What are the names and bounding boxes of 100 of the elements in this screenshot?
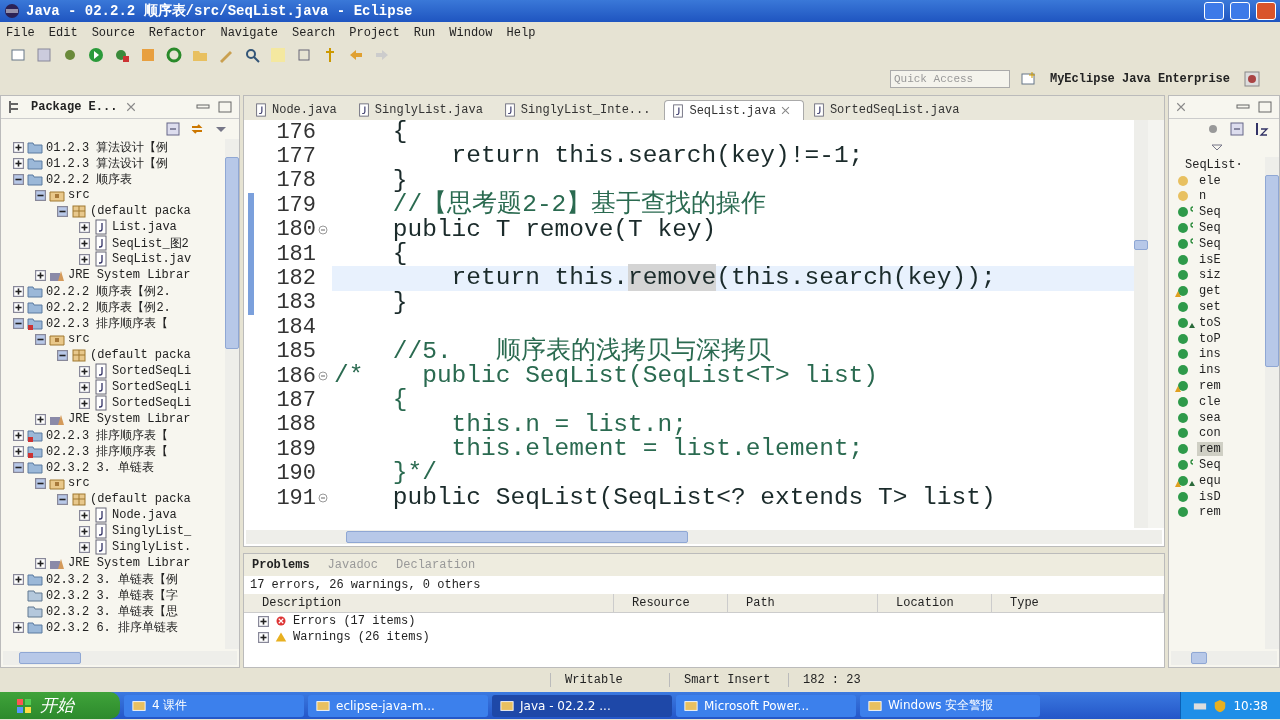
start-button[interactable]: 开始 (0, 692, 120, 719)
outline-item[interactable]: rem (1197, 505, 1223, 520)
scrollbar[interactable] (1134, 120, 1148, 528)
view-tab[interactable]: Problems (250, 556, 312, 574)
scrollbar[interactable] (225, 139, 239, 649)
expand-icon[interactable] (35, 269, 46, 281)
tree-item[interactable]: (default packa (90, 204, 191, 218)
expand-icon[interactable] (13, 285, 24, 297)
tree-item[interactable]: src (68, 476, 90, 490)
tree-item[interactable]: 01.2.3 算法设计【例 (46, 154, 169, 172)
outline-item[interactable]: isE (1197, 252, 1223, 267)
search-icon[interactable] (244, 47, 260, 63)
editor-tab[interactable]: Node.java (248, 100, 349, 120)
tree-item[interactable]: 01.2.3 算法设计【例 (46, 139, 169, 156)
expand-icon[interactable] (13, 445, 24, 457)
quick-access-field[interactable]: Quick Access (889, 70, 1010, 88)
menu-item[interactable]: Refactor (148, 26, 207, 40)
package-explorer-tab[interactable]: Package E... (29, 98, 120, 116)
collapse-icon[interactable] (13, 461, 24, 473)
expand-icon[interactable] (79, 253, 90, 265)
tree-item[interactable]: 02.2.2 顺序表 (46, 170, 133, 188)
menu-item[interactable]: Edit (48, 26, 78, 40)
editor-tab[interactable]: SeqList.java (664, 100, 804, 120)
menu-item[interactable]: Source (91, 26, 135, 40)
menu-item[interactable]: Run (413, 26, 436, 40)
outline-item[interactable]: toS (1197, 315, 1223, 330)
column-header[interactable]: Type (992, 594, 1164, 612)
tree-item[interactable]: 02.3.2 3. 单链表【思 (46, 602, 178, 620)
minimize-button[interactable] (1204, 2, 1224, 20)
tree-item[interactable]: SinglyList_ (112, 524, 192, 538)
outline-item[interactable]: n (1197, 189, 1209, 204)
outline-item[interactable]: sea (1197, 410, 1223, 425)
collapse-icon[interactable] (57, 205, 68, 217)
outline-item[interactable]: rem (1197, 442, 1223, 457)
tree-item[interactable]: SortedSeqLi (112, 364, 192, 378)
close-button[interactable] (1256, 2, 1276, 20)
expand-icon[interactable] (35, 413, 46, 425)
tree-item[interactable]: JRE System Librar (68, 268, 191, 282)
collapse-icon[interactable] (35, 477, 46, 489)
collapse-icon[interactable] (35, 333, 46, 345)
tree-item[interactable]: SortedSeqLi (112, 396, 192, 410)
tree-item[interactable]: src (68, 188, 90, 202)
collapse-all-icon[interactable] (1229, 121, 1245, 137)
outline-item[interactable]: set (1197, 300, 1223, 315)
outline-item[interactable]: rem (1197, 379, 1223, 394)
expand-icon[interactable] (79, 509, 90, 521)
expand-icon[interactable] (79, 365, 90, 377)
expand-icon[interactable] (13, 141, 24, 153)
tree-item[interactable]: SeqList_图2 (112, 234, 189, 252)
fold-icon[interactable] (318, 371, 328, 382)
column-header[interactable]: Description (244, 594, 614, 612)
taskbar-button[interactable]: Microsoft Power... (676, 694, 856, 717)
expand-icon[interactable] (79, 397, 90, 409)
perspective-icon[interactable] (1244, 71, 1260, 87)
outline-item[interactable]: Seq (1197, 458, 1223, 473)
scrollbar[interactable] (3, 651, 237, 665)
tree-item[interactable]: SinglyList. (112, 540, 192, 554)
expand-icon[interactable] (13, 301, 24, 313)
collapse-icon[interactable] (13, 173, 24, 185)
expand-icon[interactable] (13, 621, 24, 633)
editor-tab[interactable]: SortedSeqList.java (805, 100, 972, 120)
tree-item[interactable]: (default packa (90, 348, 191, 362)
tree-item[interactable]: 02.2.2 顺序表【例2. (46, 298, 171, 316)
tree-item[interactable]: 02.2.3 排序顺序表【 (46, 314, 169, 332)
expand-icon[interactable] (35, 557, 46, 569)
outline-item[interactable]: equ (1197, 473, 1223, 488)
sort-icon[interactable] (1253, 121, 1269, 137)
problem-group[interactable]: Errors (17 items) (293, 614, 416, 628)
tree-item[interactable]: 02.3.2 3. 单链表【字 (46, 586, 178, 604)
tree-item[interactable]: src (68, 332, 90, 346)
taskbar-button[interactable]: eclipse-java-m... (308, 694, 488, 717)
expand-icon[interactable] (79, 381, 90, 393)
tree-item[interactable]: Node.java (112, 508, 177, 522)
expand-icon[interactable] (13, 157, 24, 169)
tree-item[interactable]: 02.2.3 排序顺序表【 (46, 442, 169, 460)
fold-icon[interactable] (318, 224, 328, 235)
outline-item[interactable]: ins (1197, 363, 1223, 378)
tree-item[interactable]: SeqList.jav (112, 252, 192, 266)
tree-item[interactable]: 02.3.2 3. 单链表【例 (46, 570, 178, 588)
scrollbar[interactable] (246, 530, 1162, 544)
outline-item[interactable]: siz (1197, 268, 1223, 283)
column-header[interactable]: Location (878, 594, 992, 612)
perspective-label[interactable]: MyEclipse Java Enterprise (1045, 70, 1234, 88)
taskbar-button[interactable]: Java - 02.2.2 ... (492, 694, 672, 717)
tree-item[interactable]: List.java (112, 220, 177, 234)
taskbar-button[interactable]: Windows 安全警报 (860, 694, 1040, 717)
outline-item[interactable]: cle (1197, 394, 1223, 409)
run-icon[interactable] (88, 47, 104, 63)
column-header[interactable]: Resource (614, 594, 728, 612)
expand-icon[interactable] (13, 573, 24, 585)
menu-item[interactable]: Project (349, 26, 400, 40)
menu-item[interactable]: Window (449, 26, 493, 40)
tree-item[interactable]: 02.2.3 排序顺序表【 (46, 426, 169, 444)
outline-item[interactable]: con (1197, 426, 1223, 441)
editor-tab[interactable]: SinglyList.java (350, 100, 495, 120)
menu-item[interactable]: File (6, 26, 35, 40)
outline-item[interactable]: isD (1197, 489, 1223, 504)
tree-item[interactable]: SortedSeqLi (112, 380, 192, 394)
expand-icon[interactable] (79, 221, 90, 233)
refresh-icon[interactable] (166, 47, 182, 63)
